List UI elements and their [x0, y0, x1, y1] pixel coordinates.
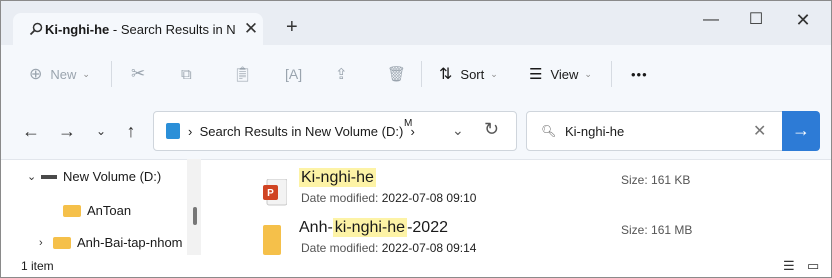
- nav-item-label: AnToan: [87, 203, 132, 218]
- nav-item-new-volume[interactable]: ⌄ New Volume (D:): [27, 169, 161, 184]
- copy-button[interactable]: ⧉: [181, 61, 192, 87]
- more-options-button[interactable]: •••: [631, 61, 648, 87]
- back-button[interactable]: ←: [19, 119, 43, 143]
- toolbar-divider: [611, 61, 612, 87]
- clear-search-icon[interactable]: ✕: [753, 121, 766, 141]
- new-tab-button[interactable]: +: [286, 17, 298, 37]
- title-bar: Ki-nghi-he - Search Results in N ✕ + — ☐…: [1, 1, 831, 46]
- refresh-icon[interactable]: ↻: [484, 119, 499, 140]
- folder-icon: [63, 204, 81, 217]
- toolbar-divider: [111, 61, 112, 87]
- breadcrumb-path: Search Results in New Volume (D:): [199, 124, 404, 139]
- chevron-down-icon: ⌄: [584, 68, 592, 79]
- close-tab-icon[interactable]: ✕: [241, 19, 261, 39]
- tiles-view-icon[interactable]: ▭: [807, 258, 819, 274]
- sort-label: Sort: [460, 66, 485, 82]
- recent-locations-button[interactable]: ⌄: [89, 119, 113, 143]
- drive-icon: [41, 174, 57, 179]
- nav-item-label: New Volume (D:): [63, 169, 162, 184]
- file-name: Ki-nghi-he: [299, 168, 376, 187]
- clipboard-icon: 📋︎: [233, 66, 253, 83]
- chevron-down-icon: ⌄: [490, 68, 498, 79]
- nav-item-anh-bai-tap-nhom[interactable]: › Anh-Bai-tap-nhom: [39, 235, 183, 250]
- new-button[interactable]: ⊕ New ⌄: [29, 61, 90, 87]
- search-go-button[interactable]: →: [782, 111, 820, 151]
- file-name: Anh-ki-nghi-he -2022: [299, 218, 448, 237]
- svg-text:P: P: [267, 188, 274, 199]
- cut-button[interactable]: ✂: [131, 61, 145, 87]
- trash-icon: 🗑︎: [387, 66, 407, 83]
- sort-button[interactable]: ⇅ Sort ⌄: [439, 61, 498, 87]
- chevron-down-icon: ⌄: [82, 68, 90, 79]
- rename-button[interactable]: [A]: [285, 61, 302, 87]
- view-icon: ☰: [529, 66, 543, 83]
- tab-search-results[interactable]: Ki-nghi-he - Search Results in N ✕: [13, 13, 263, 46]
- file-size: Size: 161 MB: [621, 223, 693, 237]
- chevron-down-icon[interactable]: ⌄: [452, 122, 464, 139]
- share-icon: ⇪: [335, 66, 348, 83]
- sort-icon: ⇅: [439, 66, 453, 83]
- more-icon: •••: [631, 66, 648, 82]
- search-input[interactable]: Ki-nghi-he: [565, 124, 624, 139]
- result-item[interactable]: P Ki-nghi-he Date modified: 2022-07-08 0…: [251, 168, 811, 215]
- delete-button[interactable]: 🗑︎: [387, 61, 406, 87]
- tab-title: Ki-nghi-he - Search Results in N: [45, 22, 236, 37]
- chevron-down-icon: ⌄: [95, 124, 107, 138]
- folder-icon: [263, 225, 281, 255]
- minimize-button[interactable]: —: [691, 9, 731, 31]
- address-row: ← → ⌄ ↑ › Search Results in New Volume (…: [1, 103, 831, 160]
- chevron-right-icon[interactable]: ›: [39, 237, 53, 249]
- view-label: View: [550, 66, 579, 82]
- command-bar: ⊕ New ⌄ ✂ ⧉ 📋︎ [A] ⇪ 🗑︎ ⇅ Sort ⌄ ☰ View …: [1, 45, 831, 103]
- scissors-icon: ✂: [131, 64, 146, 83]
- item-count: 1 item: [21, 259, 54, 273]
- arrow-left-icon: ←: [22, 121, 40, 141]
- arrow-right-icon: →: [792, 120, 810, 140]
- folder-icon: [53, 236, 71, 249]
- rename-icon: [A]: [285, 66, 303, 82]
- nav-item-label: Anh-Bai-tap-nhom: [77, 235, 183, 250]
- close-window-button[interactable]: ✕: [783, 9, 823, 31]
- arrow-up-icon: ↑: [126, 121, 136, 141]
- file-size: Size: 161 KB: [621, 173, 691, 187]
- search-icon: [29, 22, 43, 36]
- file-explorer-window: Ki-nghi-he - Search Results in N ✕ + — ☐…: [0, 0, 832, 278]
- toolbar-divider: [421, 61, 422, 87]
- address-bar[interactable]: › Search Results in New Volume (D:) › M …: [153, 111, 517, 151]
- powerpoint-file-icon: P: [263, 179, 287, 206]
- copy-icon: ⧉: [181, 65, 192, 83]
- nav-scrollbar-thumb[interactable]: [193, 207, 197, 225]
- date-modified: Date modified: 2022-07-08 09:10: [301, 191, 477, 205]
- breadcrumb-overflow: M: [404, 118, 413, 129]
- breadcrumb[interactable]: › Search Results in New Volume (D:) ›: [188, 124, 415, 139]
- plus-icon: ⊕: [29, 66, 43, 83]
- search-icon: 🔍︎: [541, 124, 557, 138]
- navigation-pane: ⌄ New Volume (D:) AnToan › Anh-Bai-tap-n…: [1, 159, 207, 255]
- view-button[interactable]: ☰ View ⌄: [529, 61, 592, 87]
- search-box[interactable]: 🔍︎ Ki-nghi-he ✕: [526, 111, 784, 151]
- date-modified: Date modified: 2022-07-08 09:14: [301, 241, 477, 255]
- up-button[interactable]: ↑: [119, 119, 143, 143]
- forward-button[interactable]: →: [55, 119, 79, 143]
- chevron-down-icon[interactable]: ⌄: [27, 170, 41, 183]
- new-label: New: [50, 66, 77, 82]
- nav-item-antoan[interactable]: AnToan: [63, 203, 131, 218]
- status-bar: 1 item ☰ ▭: [1, 257, 831, 277]
- paste-button[interactable]: 📋︎: [233, 61, 252, 87]
- arrow-right-icon: →: [58, 121, 76, 141]
- details-view-icon[interactable]: ☰: [783, 258, 795, 274]
- drive-icon: [166, 123, 180, 139]
- maximize-button[interactable]: ☐: [736, 9, 776, 31]
- share-button[interactable]: ⇪: [335, 61, 348, 87]
